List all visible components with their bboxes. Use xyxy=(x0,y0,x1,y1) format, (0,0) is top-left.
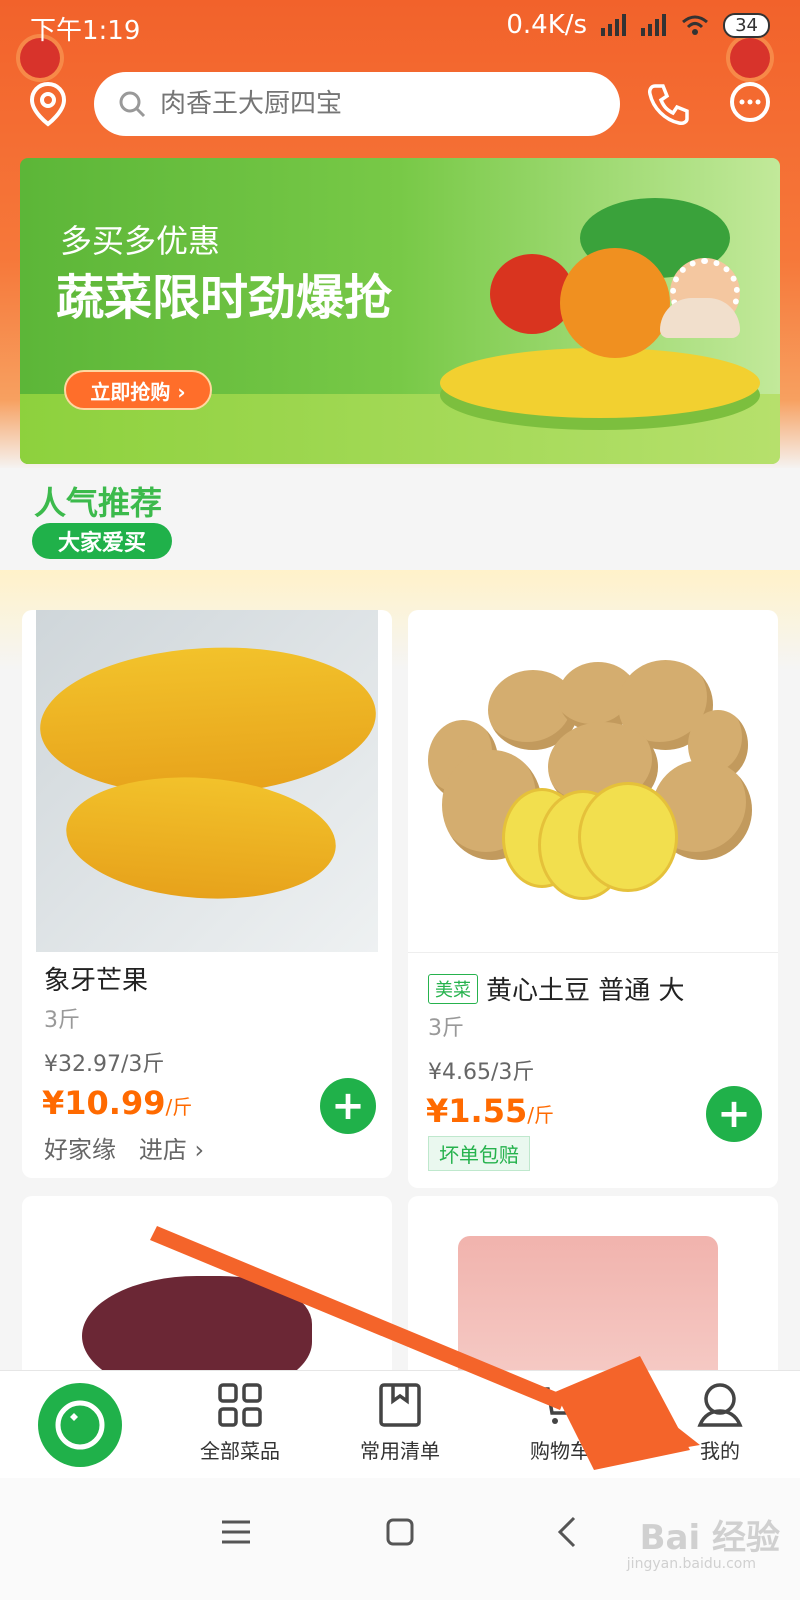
brand-badge: 美菜 xyxy=(428,974,478,1004)
product-price: ¥10.99/斤 xyxy=(42,1084,192,1122)
watermark: Bai 经验 xyxy=(639,1518,780,1558)
product-card[interactable]: 美菜 黄心土豆 普通 大 3斤 ¥4.65/3斤 ¥1.55/斤 坏单包赔 + xyxy=(408,610,778,1188)
watermark-url: jingyan.baidu.com xyxy=(626,1556,756,1572)
logo-icon xyxy=(55,1400,105,1450)
add-to-cart-button[interactable]: + xyxy=(320,1078,376,1134)
shop-name: 好家缘 xyxy=(44,1136,116,1164)
battery-indicator: 34 xyxy=(723,12,770,38)
menu-icon[interactable] xyxy=(216,1512,256,1552)
promo-banner[interactable]: 多买多优惠 蔬菜限时劲爆抢 立即抢购 › xyxy=(20,158,780,464)
grid-icon xyxy=(218,1383,262,1427)
mango-image xyxy=(62,768,340,908)
tab-all-dishes[interactable]: 全部菜品 xyxy=(180,1381,300,1464)
cart-icon xyxy=(540,1387,583,1424)
potato-slice-image xyxy=(578,782,678,892)
tab-label: 常用清单 xyxy=(360,1439,440,1463)
product-card[interactable]: 象牙芒果 3斤 ¥32.97/3斤 ¥10.99/斤 好家缘 进店 › + xyxy=(22,610,392,1178)
product-name[interactable]: 象牙芒果 xyxy=(44,960,148,997)
product-image[interactable] xyxy=(408,1196,778,1386)
banner-title: 蔬菜限时劲爆抢 xyxy=(56,270,393,326)
product-price: ¥1.55/斤 xyxy=(426,1092,554,1130)
tab-common-list[interactable]: 常用清单 xyxy=(340,1381,460,1464)
bookmark-list-icon xyxy=(379,1383,421,1427)
banner-subtitle: 多买多优惠 xyxy=(60,222,221,260)
section-title: 人气推荐 xyxy=(34,484,163,522)
tab-label: 我的 xyxy=(700,1439,740,1463)
home-icon[interactable] xyxy=(380,1512,420,1552)
section-tag: 大家爱买 xyxy=(32,523,172,559)
search-input[interactable] xyxy=(158,88,558,120)
product-image[interactable] xyxy=(408,610,778,952)
signal-icon xyxy=(601,14,627,36)
search-icon xyxy=(119,91,146,118)
tab-label: 购物车 xyxy=(530,1439,590,1463)
user-icon xyxy=(697,1383,743,1427)
product-image[interactable] xyxy=(36,610,380,952)
status-time: 下午1:19 xyxy=(30,16,141,46)
price-unit: /斤 xyxy=(527,1103,554,1127)
wifi-icon xyxy=(682,15,709,35)
pumpkin-image xyxy=(560,248,670,358)
message-icon[interactable] xyxy=(726,80,774,128)
home-logo-button[interactable] xyxy=(38,1383,122,1467)
product-original-price: ¥4.65/3斤 xyxy=(428,1060,535,1085)
product-name-text: 黄心土豆 普通 大 xyxy=(486,976,685,1006)
network-speed: 0.4K/s xyxy=(506,10,588,40)
meat-image xyxy=(458,1236,718,1386)
product-image[interactable] xyxy=(22,1196,392,1386)
price-unit: /斤 xyxy=(165,1095,193,1119)
status-indicators: 0.4K/s 34 xyxy=(506,10,770,40)
tab-label: 全部菜品 xyxy=(200,1439,280,1463)
product-spec: 3斤 xyxy=(44,1008,80,1033)
banner-buy-button[interactable]: 立即抢购 › xyxy=(64,370,212,410)
price-value: ¥1.55 xyxy=(426,1092,528,1130)
product-name[interactable]: 美菜 黄心土豆 普通 大 xyxy=(428,970,685,1007)
product-spec: 3斤 xyxy=(428,1016,464,1041)
status-bar: 下午1:19 0.4K/s 34 xyxy=(0,0,800,48)
divider xyxy=(408,952,778,953)
tab-mine[interactable]: 我的 xyxy=(660,1381,780,1464)
guarantee-tag: 坏单包赔 xyxy=(428,1136,530,1171)
back-icon[interactable] xyxy=(548,1512,588,1552)
signal-icon xyxy=(641,14,667,36)
phone-icon[interactable] xyxy=(645,80,693,128)
bottom-tab-bar: 全部菜品 常用清单 购物车 我的 xyxy=(0,1370,800,1478)
product-card[interactable] xyxy=(22,1196,392,1386)
shop-info[interactable]: 好家缘 进店 › xyxy=(44,1130,204,1165)
add-to-cart-button[interactable]: + xyxy=(706,1086,762,1142)
enter-shop-link[interactable]: 进店 › xyxy=(139,1136,204,1164)
price-value: ¥10.99 xyxy=(42,1084,166,1122)
product-original-price: ¥32.97/3斤 xyxy=(44,1052,165,1077)
location-icon[interactable] xyxy=(24,80,72,128)
search-bar[interactable] xyxy=(94,72,620,136)
product-card[interactable] xyxy=(408,1196,778,1386)
vegetable-stand-image xyxy=(440,348,760,418)
tab-cart[interactable]: 购物车 xyxy=(500,1381,620,1464)
